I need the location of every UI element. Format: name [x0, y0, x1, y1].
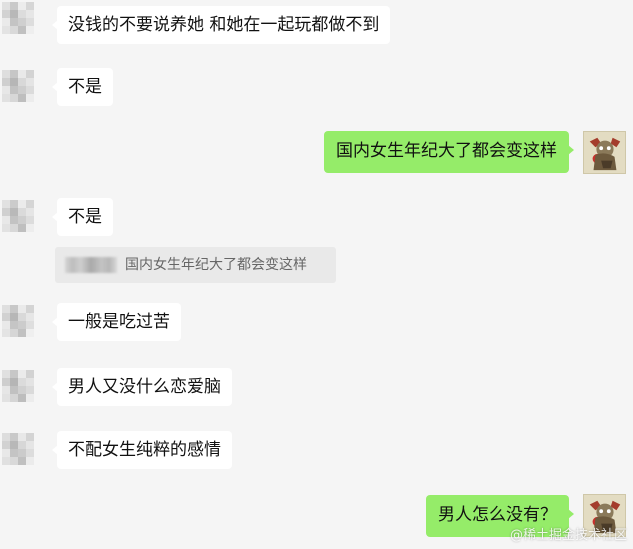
- chat-window: 没钱的不要说养她 和她在一起玩都做不到 不是 国内女生年纪大了都会变这样 不是: [0, 0, 633, 549]
- incoming-message[interactable]: 不配女生纯粹的感情: [52, 431, 232, 469]
- avatar[interactable]: [2, 370, 36, 404]
- avatar[interactable]: [2, 70, 36, 104]
- avatar[interactable]: [583, 131, 626, 174]
- cartoon-character-avatar-icon: [584, 132, 625, 173]
- incoming-message[interactable]: 不是: [52, 198, 113, 236]
- incoming-message[interactable]: 没钱的不要说养她 和她在一起玩都做不到: [51, 6, 391, 44]
- watermark: @稀土掘金技术社区: [509, 528, 627, 543]
- avatar[interactable]: [2, 200, 36, 234]
- incoming-message[interactable]: 不是: [52, 68, 113, 106]
- quoted-text: 国内女生年纪大了都会变这样: [125, 257, 307, 273]
- incoming-message[interactable]: 男人又没什么恋爱脑: [52, 368, 232, 406]
- incoming-message[interactable]: 一般是吃过苦: [52, 303, 181, 341]
- quoted-message[interactable]: 国内女生年纪大了都会变这样: [55, 247, 336, 283]
- avatar[interactable]: [2, 305, 36, 339]
- outgoing-message[interactable]: 国内女生年纪大了都会变这样: [324, 131, 574, 173]
- avatar[interactable]: [2, 433, 36, 467]
- blurred-sender-name: [65, 257, 117, 273]
- avatar[interactable]: [2, 2, 36, 36]
